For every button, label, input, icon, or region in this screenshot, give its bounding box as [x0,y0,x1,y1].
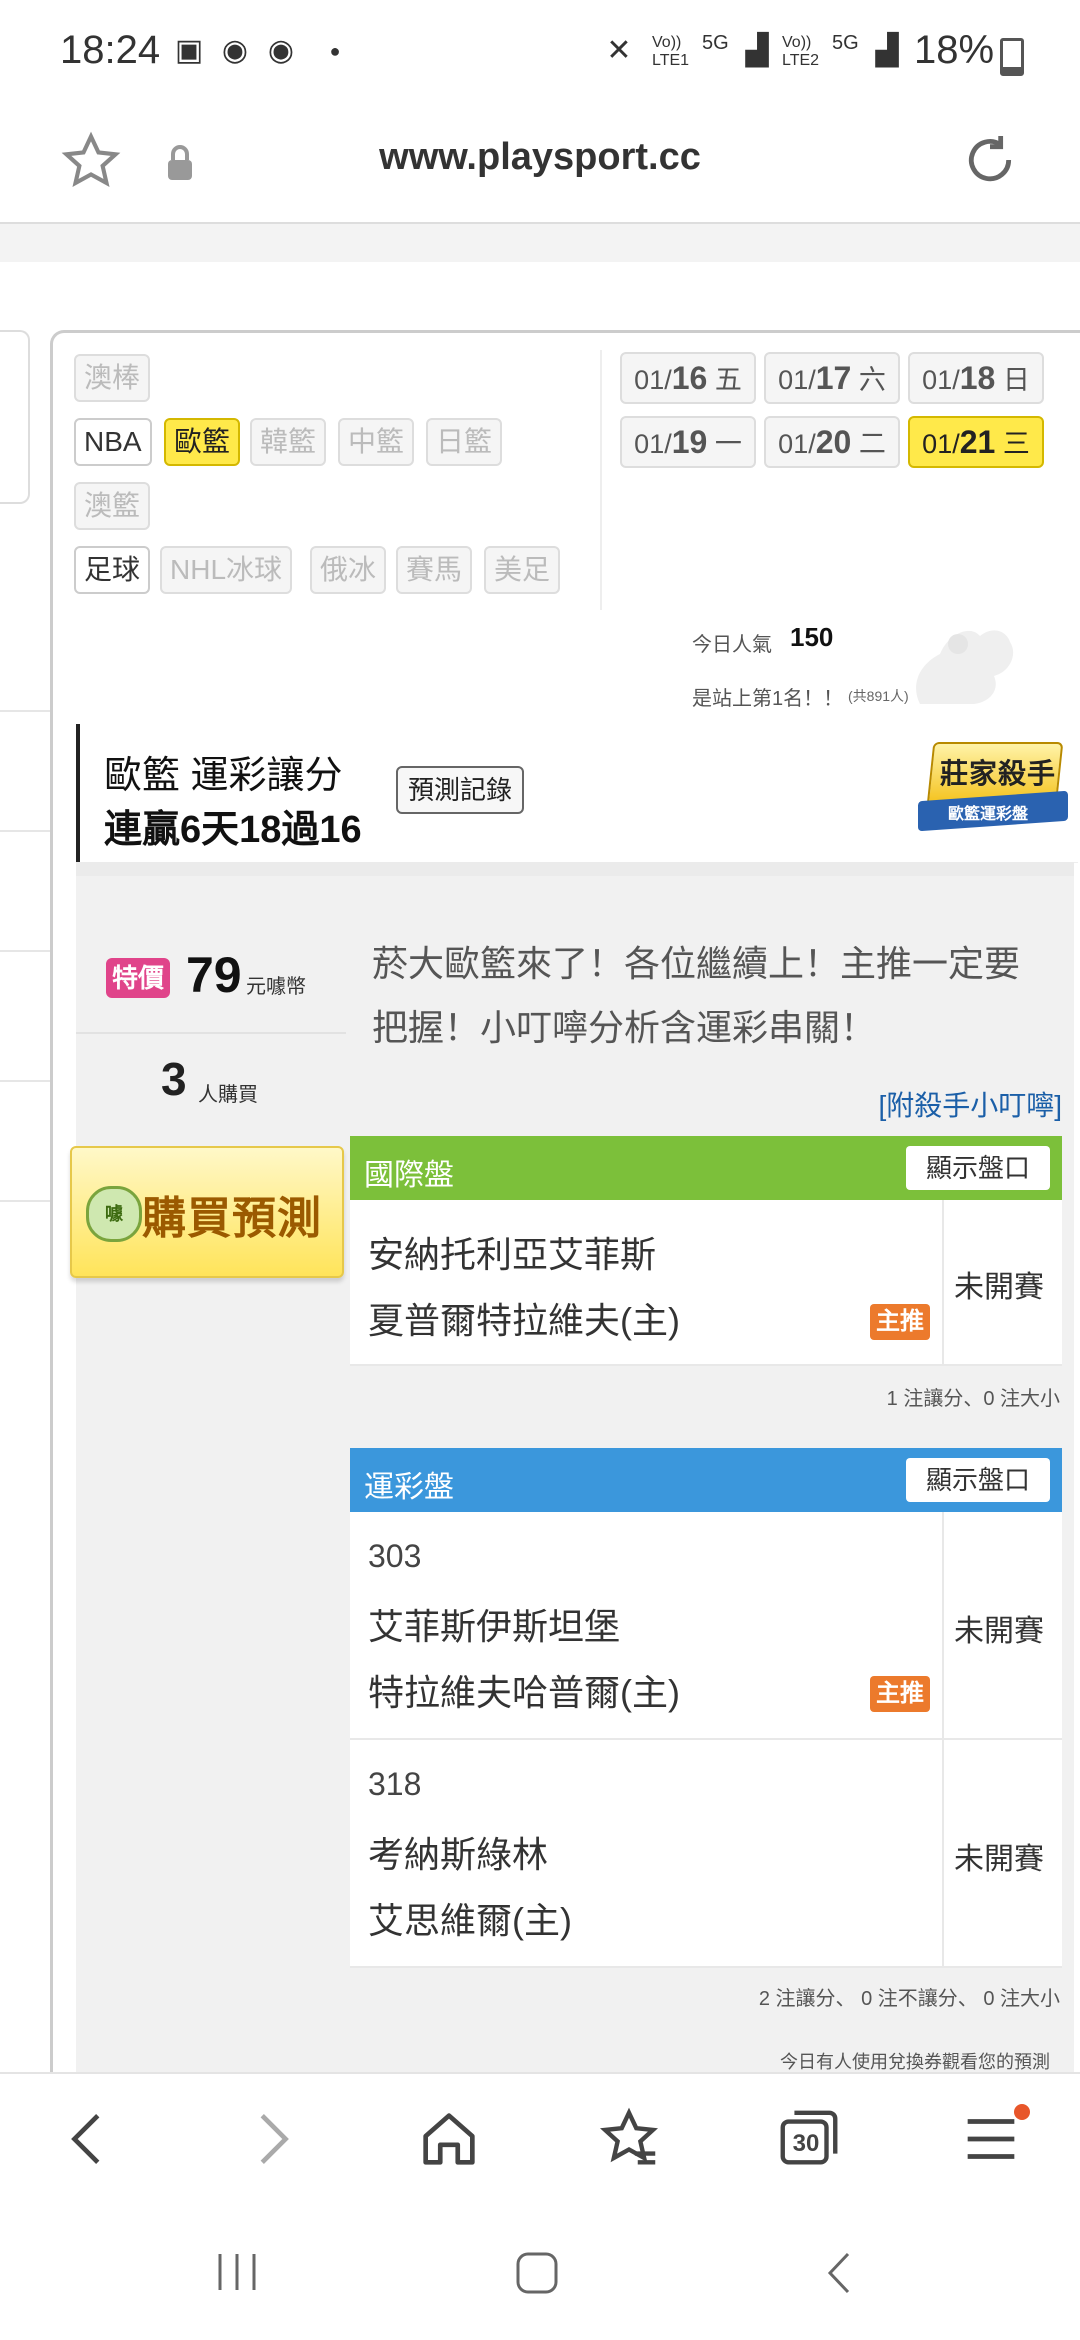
killer-tips-link[interactable]: [附殺手小叮嚀] [878,1084,1062,1124]
show-odds-button[interactable]: 顯示盤口 [905,1458,1050,1502]
tabs-icon[interactable]: 30 [774,2104,844,2174]
side-tab[interactable] [0,330,30,504]
intl-table-header: 國際盤 顯示盤口 [350,1136,1062,1200]
prediction-record-button[interactable]: 預測記錄 [396,766,525,814]
popularity-label: 今日人氣 [692,634,772,656]
main-pick-tag: 主推 [870,1304,930,1340]
banner-streak: 連贏6天18過16 [104,809,362,851]
back-icon[interactable] [54,2104,124,2174]
table-row: 303 艾菲斯伊斯坦堡 特拉維夫哈普爾(主) 主推 未開賽 [350,1512,1062,1740]
clock: 18:24 [60,28,161,72]
gallery-icon: ▣ [174,34,204,67]
main-pick-tag: 主推 [870,1676,930,1712]
show-odds-button[interactable]: 顯示盤口 [905,1146,1050,1190]
prediction-description: 菸大歐籃來了！各位繼續上！主推一定要把握！小叮嚀分析含運彩串關！ [372,943,1021,1048]
popularity-value: 150 [790,622,834,652]
battery-percent: 18% [914,28,995,72]
battery-icon [1000,38,1024,76]
bookmarks-icon[interactable] [594,2104,664,2174]
intl-table-title: 國際盤 [364,1159,454,1192]
date-button[interactable]: 01/17 六 [764,352,900,404]
lottery-table-note: 2 注讓分、 0 注不讓分、 0 注大小 [758,1988,1060,2010]
date-button-selected[interactable]: 01/21 三 [908,416,1044,468]
signal-icon-1: ▟ [745,34,769,67]
status-bar: 18:24 ▣ ◉ ◉ ● ✕ Vo)) LTE1 5G ▟ Vo)) LTE2… [0,0,1080,110]
sport-tag[interactable]: 美足 [484,546,561,594]
page-top-band [0,224,1080,264]
team-away: 艾菲斯伊斯坦堡 [368,1606,621,1647]
buyers-unit: 人購買 [198,1084,258,1106]
buy-button-label: 購買預測 [142,1194,322,1243]
dot-icon: ● [329,41,341,61]
mute-icon: ✕ [606,34,632,67]
team-away: 安納托利亞艾菲斯 [368,1234,657,1275]
team-away: 考納斯綠林 [368,1834,549,1875]
5g-label-1: 5G [702,32,729,54]
buy-prediction-button[interactable]: 噱 購買預測 [70,1146,344,1278]
date-button[interactable]: 01/19 一 [620,416,756,468]
lottery-table-header: 運彩盤 顯示盤口 [350,1448,1062,1512]
banner-title: 歐籃 運彩讓分 [104,755,343,797]
buyers-count: 3 [161,1053,187,1105]
sport-tag[interactable]: 澳棒 [74,354,151,402]
sport-tag-nba[interactable]: NBA [74,418,152,466]
bookmaker-killer-badge: 莊家殺手 歐籃運彩盤 [918,742,1068,838]
game-status-cell: 未開賽 [942,1512,1062,1738]
prediction-content: 特價 79 元噱幣 3 人購買 菸大歐籃來了！各位繼續上！主推一定要把握！小叮嚀… [70,862,1074,2072]
team-home: 夏普爾特拉維夫(主) [368,1300,680,1341]
sport-tag[interactable]: NHL冰球 [160,546,293,594]
table-row: 318 考納斯綠林 艾思維爾(主) 未開賽 [350,1740,1062,1968]
browser-address-bar: www.playsport.cc [0,110,1080,224]
intl-table-note: 1 注讓分、0 注大小 [886,1388,1060,1410]
5g-label-2: 5G [832,32,859,54]
date-button[interactable]: 01/18 日 [908,352,1044,404]
chrome-icon-2: ◉ [267,34,295,67]
system-back-icon[interactable] [820,2248,860,2298]
team-home: 特拉維夫哈普爾(主) [368,1672,680,1713]
price-unit: 元噱幣 [246,976,306,998]
home-icon[interactable] [414,2104,484,2174]
sport-tag[interactable]: 日籃 [426,418,503,466]
sale-badge: 特價 [106,958,171,998]
menu-icon[interactable] [956,2104,1030,2174]
sport-tag-football[interactable]: 足球 [74,546,151,594]
recent-apps-icon[interactable] [212,2250,262,2294]
table-row: 安納托利亞艾菲斯 夏普爾特拉維夫(主) 主推 未開賽 [350,1200,1062,1366]
sport-tag-euro-basketball[interactable]: 歐籃 [164,418,241,466]
lte2-label: Vo)) LTE2 [782,34,820,69]
game-number: 318 [368,1766,422,1802]
game-number: 303 [368,1538,422,1574]
lte1-label: Vo)) LTE1 [652,34,690,69]
forward-icon[interactable] [236,2104,306,2174]
signal-icon-2: ▟ [875,34,899,67]
divider [600,350,602,610]
voucher-note: 今日有人使用兌換券觀看您的預測 [780,2052,1050,2072]
date-button[interactable]: 01/20 二 [764,416,900,468]
expert-banner: 歐籃 運彩讓分 連贏6天18過16 預測記錄 莊家殺手 歐籃運彩盤 [76,724,1078,863]
game-status-cell: 未開賽 [942,1200,1062,1364]
notification-dot [1014,2104,1030,2120]
date-button[interactable]: 01/16 五 [620,352,756,404]
popularity-rank: 是站上第1名！！ [692,688,844,710]
url-text[interactable]: www.playsport.cc [0,136,1080,179]
chrome-icon: ◉ [221,34,249,67]
home-button-icon[interactable] [512,2248,562,2298]
sport-tag[interactable]: 中籃 [338,418,415,466]
lottery-table-title: 運彩盤 [364,1471,454,1504]
mascot-icon [880,604,1030,708]
reload-icon[interactable] [958,128,1022,192]
browser-toolbar: 30 [0,2072,1080,2202]
sport-tag[interactable]: 韓籃 [250,418,327,466]
game-status-cell: 未開賽 [942,1740,1062,1966]
sport-tag[interactable]: 賽馬 [396,546,473,594]
price-value: 79 [186,947,242,1003]
sport-tag[interactable]: 澳籃 [74,482,151,530]
system-nav-bar [0,2200,1080,2340]
team-home: 艾思維爾(主) [368,1900,572,1941]
sport-tag[interactable]: 俄冰 [310,546,387,594]
coin-icon: 噱 [86,1186,142,1242]
